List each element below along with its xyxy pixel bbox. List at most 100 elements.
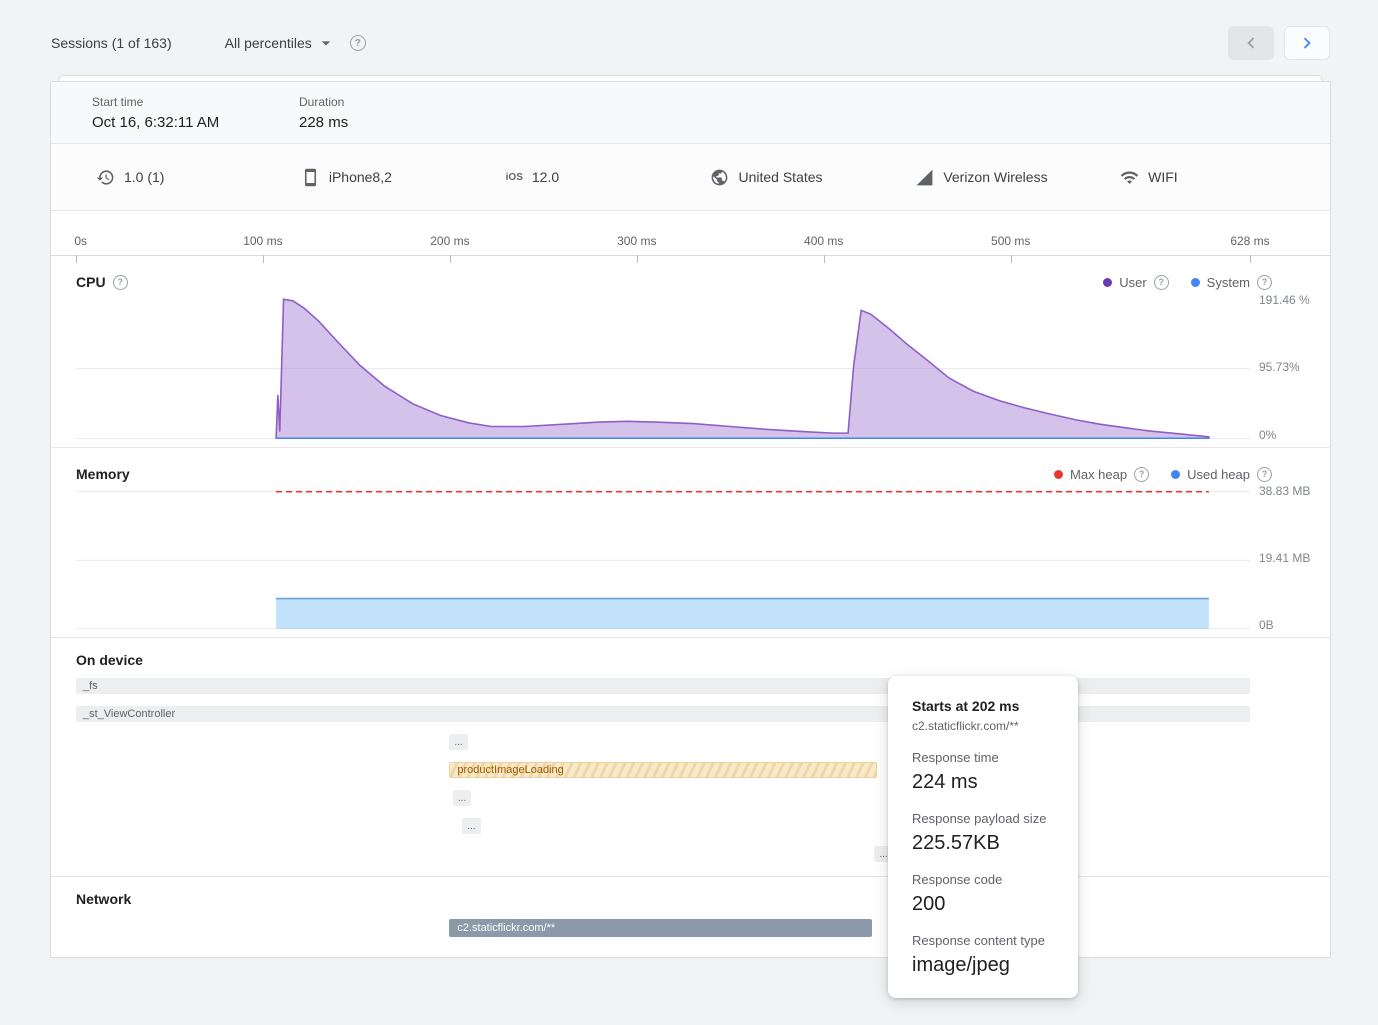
network-request-bar[interactable]: c2.staticflickr.com/** bbox=[449, 919, 872, 937]
response-code-label: Response code bbox=[912, 871, 1054, 888]
trace-chip[interactable]: ... bbox=[462, 818, 480, 834]
system-legend-label: System bbox=[1207, 275, 1250, 290]
memory-y-label-mid: 19.41 MB bbox=[1259, 551, 1311, 566]
cpu-help-icon[interactable]: ? bbox=[113, 275, 128, 290]
timeline-ruler: 0s 100 ms 200 ms 300 ms 400 ms 500 ms 62… bbox=[51, 211, 1330, 256]
carrier-item: Verizon Wireless bbox=[895, 168, 1100, 187]
timeline-tick-label: 200 ms bbox=[430, 234, 469, 248]
app-version-item: 1.0 (1) bbox=[76, 168, 281, 187]
trace-label: _fs bbox=[76, 680, 98, 692]
duration-value: 228 ms bbox=[299, 114, 506, 131]
start-time-label: Start time bbox=[92, 95, 299, 109]
wifi-icon bbox=[1120, 168, 1139, 187]
memory-legend: Max heap ? Used heap ? bbox=[1032, 467, 1272, 482]
chevron-right-icon bbox=[1296, 32, 1318, 54]
chevron-left-icon bbox=[1240, 32, 1262, 54]
network-type-value: WIFI bbox=[1148, 169, 1178, 185]
timeline-tick-label: 100 ms bbox=[243, 234, 282, 248]
user-legend-label: User bbox=[1119, 275, 1146, 290]
help-icon[interactable]: ? bbox=[350, 35, 366, 51]
duration-label: Duration bbox=[299, 95, 506, 109]
network-title: Network bbox=[76, 891, 1330, 907]
trace-label: _st_ViewController bbox=[76, 708, 175, 720]
max-heap-help-icon[interactable]: ? bbox=[1134, 467, 1149, 482]
memory-section: Memory Max heap ? Used heap ? 38.83 MB bbox=[51, 448, 1330, 638]
timeline-tick-label: 0s bbox=[74, 234, 87, 248]
history-icon bbox=[96, 168, 115, 187]
ios-icon: iOS bbox=[506, 172, 523, 183]
max-heap-legend-dot bbox=[1054, 470, 1063, 479]
cpu-title: CPU bbox=[76, 274, 106, 290]
os-version-item: iOS 12.0 bbox=[486, 169, 691, 185]
globe-icon bbox=[710, 168, 729, 187]
memory-y-axis: 38.83 MB 19.41 MB 0B bbox=[1250, 484, 1330, 629]
device-model-item: iPhone8,2 bbox=[281, 168, 486, 187]
network-type-item: WIFI bbox=[1100, 168, 1305, 187]
chevron-down-icon bbox=[316, 33, 336, 53]
legend-item-used-heap[interactable]: Used heap ? bbox=[1171, 467, 1272, 482]
topbar: Sessions (1 of 163) All percentiles ? bbox=[0, 0, 1378, 60]
memory-title: Memory bbox=[76, 466, 130, 482]
app-version-value: 1.0 (1) bbox=[124, 169, 164, 185]
response-time-value: 224 ms bbox=[912, 769, 1054, 795]
cpu-legend: User ? System ? bbox=[1081, 275, 1272, 290]
next-session-button[interactable] bbox=[1284, 26, 1330, 60]
session-summary: Start time Oct 16, 6:32:11 AM Duration 2… bbox=[51, 82, 1330, 144]
start-time-value: Oct 16, 6:32:11 AM bbox=[92, 114, 299, 131]
trace-label: productImageLoading bbox=[450, 764, 563, 776]
network-request-label: c2.staticflickr.com/** bbox=[449, 922, 555, 934]
cpu-y-label-zero: 0% bbox=[1259, 428, 1311, 443]
network-section: Network c2.staticflickr.com/** bbox=[51, 877, 1330, 957]
tooltip-title: Starts at 202 ms bbox=[912, 696, 1054, 716]
user-help-icon[interactable]: ? bbox=[1154, 275, 1169, 290]
user-legend-dot bbox=[1103, 278, 1112, 287]
cpu-y-label-max: 191.46 % bbox=[1259, 293, 1311, 308]
session-detail-page: { "colors": { "accent_blue": "#4285f4", … bbox=[0, 0, 1378, 1025]
on-device-title: On device bbox=[76, 652, 1330, 668]
trace-chip[interactable]: ... bbox=[449, 734, 467, 750]
memory-y-label-zero: 0B bbox=[1259, 618, 1311, 633]
on-device-section: On device _fs _st_ViewController ... pro… bbox=[51, 638, 1330, 877]
used-heap-legend-dot bbox=[1171, 470, 1180, 479]
timeline-tick-label: 628 ms bbox=[1230, 234, 1269, 248]
percentiles-dropdown[interactable]: All percentiles bbox=[225, 33, 336, 53]
used-heap-legend-label: Used heap bbox=[1187, 467, 1250, 482]
request-tooltip: Starts at 202 ms c2.staticflickr.com/** … bbox=[888, 676, 1078, 998]
response-code-value: 200 bbox=[912, 891, 1054, 917]
cpu-section: CPU ? User ? System ? 191.46 % bbox=[51, 256, 1330, 448]
system-help-icon[interactable]: ? bbox=[1257, 275, 1272, 290]
os-version-value: 12.0 bbox=[532, 169, 559, 185]
sessions-count-label: Sessions (1 of 163) bbox=[51, 35, 172, 51]
cpu-y-axis: 191.46 % 95.73% 0% bbox=[1250, 292, 1330, 439]
memory-y-label-max: 38.83 MB bbox=[1259, 484, 1311, 499]
legend-item-max-heap[interactable]: Max heap ? bbox=[1054, 467, 1149, 482]
cpu-chart[interactable] bbox=[76, 292, 1250, 439]
country-item: United States bbox=[690, 168, 895, 187]
timeline-tick-label: 300 ms bbox=[617, 234, 656, 248]
legend-item-user[interactable]: User ? bbox=[1103, 275, 1168, 290]
tooltip-url: c2.staticflickr.com/** bbox=[912, 718, 1054, 734]
response-content-type-value: image/jpeg bbox=[912, 952, 1054, 978]
timeline-tick-label: 500 ms bbox=[991, 234, 1030, 248]
timeline-tick-label: 400 ms bbox=[804, 234, 843, 248]
response-payload-label: Response payload size bbox=[912, 810, 1054, 827]
previous-session-button[interactable] bbox=[1228, 26, 1274, 60]
percentiles-dropdown-label: All percentiles bbox=[225, 35, 312, 51]
session-nav bbox=[1228, 26, 1330, 60]
legend-item-system[interactable]: System ? bbox=[1191, 275, 1272, 290]
carrier-value: Verizon Wireless bbox=[943, 169, 1047, 185]
smartphone-icon bbox=[301, 168, 320, 187]
used-heap-help-icon[interactable]: ? bbox=[1257, 467, 1272, 482]
cell-signal-icon bbox=[915, 168, 934, 187]
cpu-y-label-mid: 95.73% bbox=[1259, 360, 1311, 375]
trace-chip[interactable]: ... bbox=[453, 790, 471, 806]
system-legend-dot bbox=[1191, 278, 1200, 287]
session-card: Start time Oct 16, 6:32:11 AM Duration 2… bbox=[50, 81, 1331, 958]
trace-bar-product-image-loading[interactable]: productImageLoading bbox=[449, 762, 876, 778]
memory-chart[interactable] bbox=[76, 484, 1250, 629]
device-model-value: iPhone8,2 bbox=[329, 169, 392, 185]
max-heap-legend-label: Max heap bbox=[1070, 467, 1127, 482]
device-info-row: 1.0 (1) iPhone8,2 iOS 12.0 United States… bbox=[51, 144, 1330, 211]
response-time-label: Response time bbox=[912, 749, 1054, 766]
response-content-type-label: Response content type bbox=[912, 932, 1054, 949]
